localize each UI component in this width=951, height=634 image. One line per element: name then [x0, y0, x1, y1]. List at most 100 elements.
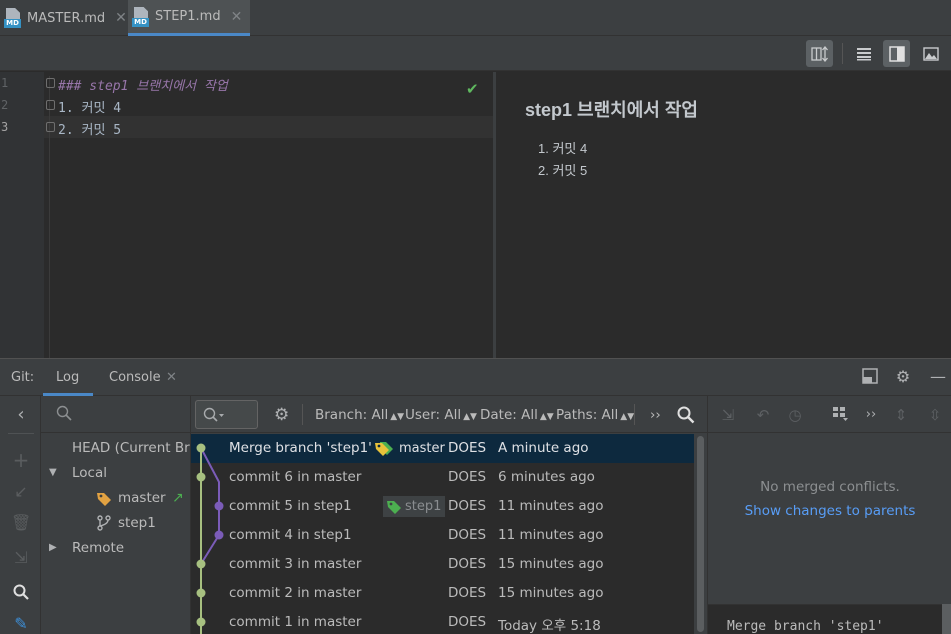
details-toolbar: ⇲ ↶ ◷ ›› ⇕ ⇳ [708, 396, 951, 433]
split-view-button[interactable] [883, 40, 910, 67]
sync-scroll-button[interactable] [806, 40, 833, 67]
commit-node [196, 443, 206, 453]
branch-search[interactable] [41, 396, 190, 433]
tab-step1-md[interactable]: MD STEP1.md ✕ [128, 0, 251, 36]
chevron-left-icon[interactable]: ‹ [11, 405, 31, 425]
commit-date: 11 minutes ago [498, 498, 604, 514]
markdown-editor[interactable]: 1 2 3 ### step1 브랜치에서 작업 1. 커밋 4 2. 커밋 5… [0, 72, 493, 358]
log-scrollbar[interactable] [694, 434, 707, 634]
commit-row[interactable]: commit 1 in master DOES Today 오후 5:18 [191, 608, 694, 634]
commit-node [214, 501, 224, 511]
tab-log[interactable]: Log [43, 359, 93, 396]
checkout-arrow-icon[interactable]: ↙ [11, 482, 31, 502]
close-icon[interactable]: ✕ [231, 9, 243, 25]
close-icon[interactable]: ✕ [115, 10, 127, 26]
tags-icon [375, 441, 393, 456]
chevron-down-icon[interactable]: ▼ [49, 467, 57, 478]
expand-all-icon[interactable]: ⇕ [891, 405, 911, 425]
brush-icon[interactable]: ✎ [11, 614, 31, 634]
commit-date: 6 minutes ago [498, 469, 595, 485]
gear-icon[interactable]: ⚙ [274, 405, 289, 425]
branch-group-local[interactable]: Local [72, 465, 107, 481]
branch-filter[interactable]: Branch: All ▲▼ [315, 407, 404, 423]
grid-icon[interactable] [830, 405, 850, 425]
preview-only-button[interactable] [917, 40, 944, 67]
commit-author: DOES [448, 585, 487, 601]
branch-group-remote[interactable]: Remote [72, 540, 124, 556]
line-number: 2 [1, 98, 9, 112]
commit-row[interactable]: commit 2 in master DOES 15 minutes ago [191, 579, 694, 608]
tag-icon [387, 500, 401, 514]
paths-filter-label: Paths: All [556, 407, 619, 423]
close-icon[interactable]: ✕ [166, 370, 177, 385]
markdown-file-icon: MD [132, 6, 150, 27]
cherry-pick-icon[interactable]: ⇲ [718, 405, 738, 425]
branch-tag-label: step1 [405, 499, 442, 514]
branch-master[interactable]: master [118, 490, 166, 506]
fold-marker-icon[interactable] [46, 122, 55, 132]
commit-log: ⚙ Branch: All ▲▼ User: All ▲▼ Date: All ▲▼ … [191, 396, 707, 634]
commit-message: commit 6 in master [229, 469, 362, 485]
commit-row[interactable]: commit 4 in step1 DOES 11 minutes ago [191, 521, 694, 550]
commit-message-panel: Merge branch 'step1' [708, 604, 951, 634]
collapse-all-icon[interactable]: ⇳ [925, 405, 945, 425]
more-icon[interactable]: ›› [861, 405, 881, 425]
markdown-preview: step1 브랜치에서 작업 1. 커밋 4 2. 커밋 5 [496, 72, 951, 358]
minimize-icon[interactable]: — [929, 368, 947, 386]
search-icon[interactable] [677, 406, 695, 428]
commit-node [196, 617, 206, 627]
log-toolbar: ⚙ Branch: All ▲▼ User: All ▲▼ Date: All ▲▼ … [191, 396, 707, 433]
compare-icon[interactable]: ⇲ [11, 548, 31, 568]
branch-icon [97, 515, 111, 535]
lines-icon [856, 47, 871, 60]
git-side-toolbar: ‹ + ↙ 🗑 ⇲ ✎ [0, 396, 41, 634]
branch-head[interactable]: HEAD (Current Branch) [72, 440, 190, 456]
branch-tag: master [374, 438, 445, 459]
image-icon [922, 46, 939, 61]
tag-icon [96, 491, 112, 511]
editor-only-button[interactable] [850, 40, 877, 67]
user-filter-label: User: All [405, 407, 462, 423]
commit-date: 15 minutes ago [498, 585, 604, 601]
add-icon[interactable]: + [11, 450, 31, 470]
layout-icon[interactable] [861, 368, 879, 386]
fold-marker-icon[interactable] [46, 100, 55, 110]
search-icon [203, 407, 225, 427]
commit-list[interactable]: Merge branch 'step1' master DOES A minut… [191, 434, 694, 634]
show-changes-link[interactable]: Show changes to parents [708, 503, 951, 519]
gear-icon[interactable]: ⚙ [894, 368, 912, 386]
branches-panel: HEAD (Current Branch) ▼ Local master ↗ s… [41, 396, 191, 634]
editor-line: 1. 커밋 4 [58, 101, 122, 116]
commit-row[interactable]: Merge branch 'step1' master DOES A minut… [191, 434, 694, 463]
commit-row[interactable]: commit 5 in step1 step1 DOES 11 minutes … [191, 492, 694, 521]
log-search-input[interactable] [195, 400, 258, 429]
outgoing-arrow-icon: ↗ [172, 490, 184, 506]
commit-author: DOES [448, 556, 487, 572]
commit-message: commit 3 in master [229, 556, 362, 572]
paths-filter[interactable]: Paths: All ▲▼ [556, 407, 634, 423]
date-filter[interactable]: Date: All ▲▼ [480, 407, 554, 423]
editor-line: 2. 커밋 5 [58, 123, 122, 138]
tab-console[interactable]: Console [109, 370, 161, 385]
no-conflicts-message: No merged conflicts. [760, 479, 900, 495]
preview-list-item: 2. 커밋 5 [538, 163, 588, 178]
search-icon[interactable] [11, 584, 31, 604]
branch-step1[interactable]: step1 [118, 515, 156, 531]
line-number: 3 [1, 120, 9, 134]
commit-row[interactable]: commit 6 in master DOES 6 minutes ago [191, 463, 694, 492]
user-filter[interactable]: User: All ▲▼ [405, 407, 477, 423]
chevron-right-icon[interactable]: ▶ [49, 542, 57, 553]
branch-filter-label: Branch: All [315, 407, 389, 423]
undo-icon[interactable]: ↶ [753, 405, 773, 425]
delete-icon[interactable]: 🗑 [11, 513, 31, 533]
commit-message: Merge branch 'step1' [229, 440, 372, 456]
commit-row[interactable]: commit 3 in master DOES 15 minutes ago [191, 550, 694, 579]
fold-marker-icon[interactable] [46, 78, 55, 88]
search-icon [56, 405, 72, 425]
commit-author: DOES [448, 469, 487, 485]
history-icon[interactable]: ◷ [785, 405, 805, 425]
tab-master-md[interactable]: MD MASTER.md ✕ [0, 0, 135, 36]
commit-date: 11 minutes ago [498, 527, 604, 543]
more-icon[interactable]: ›› [650, 407, 661, 423]
details-scrollbar[interactable] [942, 604, 951, 634]
